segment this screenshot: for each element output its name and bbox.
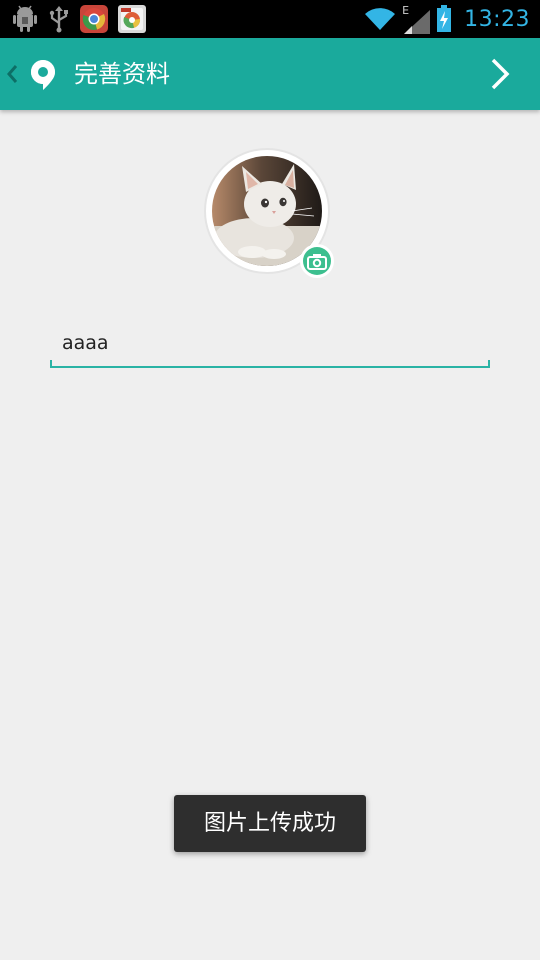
back-caret-icon: [7, 65, 18, 83]
status-time: 13:23: [464, 6, 530, 32]
input-underline-right-tick: [488, 360, 490, 368]
notification-icons: [12, 4, 146, 34]
wifi-icon: [365, 8, 396, 31]
battery-charging-icon: [437, 5, 452, 32]
toast-message: 图片上传成功: [174, 795, 366, 852]
status-bar: E 13:23: [0, 0, 540, 38]
chrome-icon: [80, 5, 108, 33]
avatar-picker[interactable]: [204, 148, 334, 278]
system-icons: E 13:23: [364, 0, 530, 38]
action-bar: 完善资料: [0, 38, 540, 110]
app-notification-icon: [118, 5, 146, 33]
chevron-right-icon: [491, 58, 510, 90]
next-button[interactable]: [460, 38, 540, 110]
screen: E 13:23 完善资料 aaaa 图片上传成功: [0, 0, 540, 960]
back-button[interactable]: [0, 38, 66, 110]
signal-group: E: [402, 4, 431, 34]
page-title: 完善资料: [74, 60, 170, 88]
input-underline-left-tick: [50, 360, 52, 368]
change-avatar-button[interactable]: [300, 244, 334, 278]
signal-icon: [404, 10, 431, 34]
nickname-input[interactable]: [50, 320, 490, 368]
android-debug-icon: [13, 5, 37, 32]
camera-icon: [307, 254, 327, 270]
usb-icon: [49, 6, 68, 33]
app-logo-icon: [31, 60, 55, 90]
